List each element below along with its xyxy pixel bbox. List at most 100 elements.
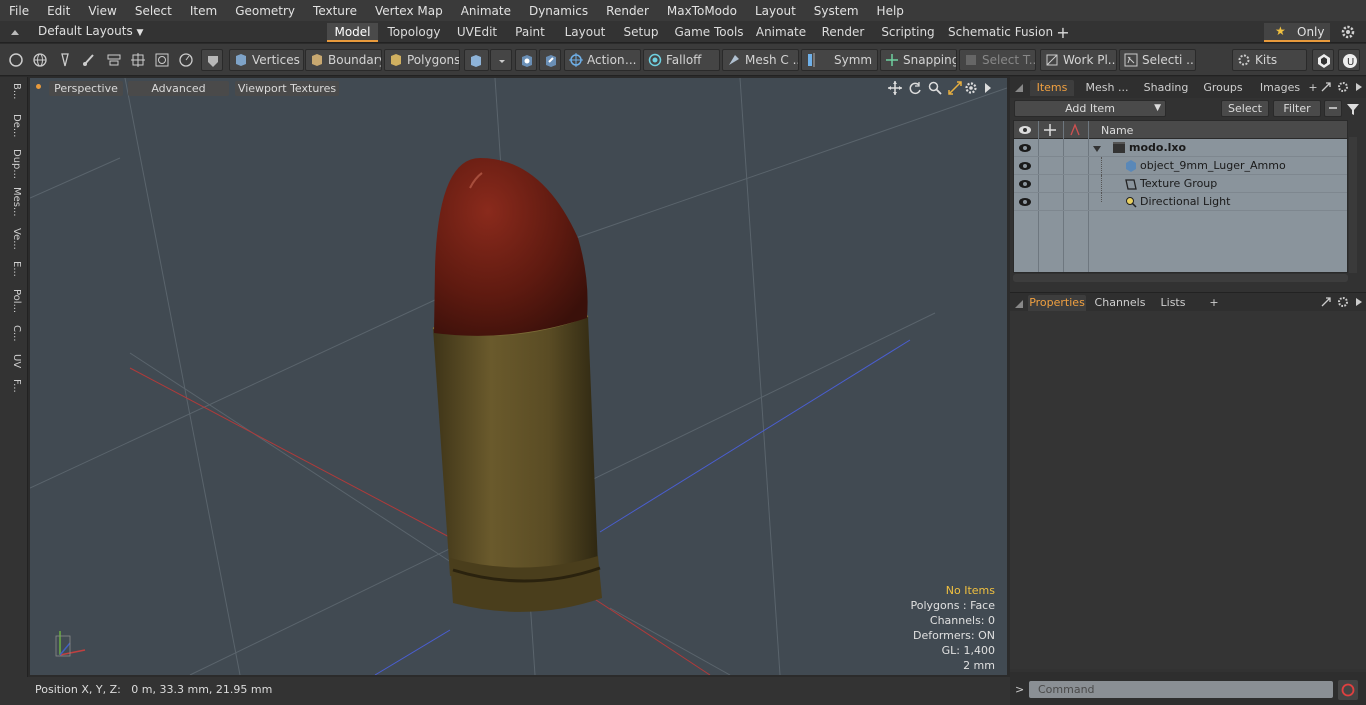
menu-layout[interactable]: Layout — [746, 4, 805, 18]
tab-game-tools[interactable]: Game Tools — [672, 23, 746, 42]
record-icon[interactable] — [1338, 680, 1358, 700]
globe-icon[interactable] — [29, 49, 51, 71]
tab-model[interactable]: Model — [327, 23, 378, 42]
eye-icon[interactable] — [1018, 142, 1032, 157]
tab-setup[interactable]: Setup — [618, 23, 664, 42]
select-button[interactable]: Select — [1221, 100, 1269, 117]
eye-icon[interactable] — [1018, 196, 1032, 211]
select-through-button[interactable]: Select T... — [959, 49, 1036, 71]
tab-shading[interactable]: Shading — [1138, 80, 1194, 96]
brush-icon[interactable] — [78, 49, 100, 71]
unreal-icon[interactable]: U — [1338, 49, 1360, 71]
vtab-basic[interactable]: B... — [4, 83, 22, 111]
snapping-button[interactable]: Snapping — [880, 49, 957, 71]
vtab-vertex[interactable]: Ve... — [4, 228, 22, 258]
falloff-button[interactable]: Falloff — [643, 49, 720, 71]
vtab-uv[interactable]: UV — [4, 354, 22, 376]
viewport-gear-icon[interactable] — [964, 81, 978, 98]
rotate-view-icon[interactable] — [908, 81, 922, 98]
filter-button[interactable]: Filter — [1273, 100, 1321, 117]
symmetry-button[interactable]: Symm ... — [801, 49, 878, 71]
menu-vertex-map[interactable]: Vertex Map — [366, 4, 452, 18]
menu-maxtomodo[interactable]: MaxToModo — [658, 4, 746, 18]
add-tab-button[interactable]: + — [1054, 23, 1072, 42]
fit-view-icon[interactable] — [948, 81, 962, 98]
tab-layout[interactable]: Layout — [559, 23, 611, 42]
tab-paint[interactable]: Paint — [510, 23, 550, 42]
name-column-header[interactable]: Name — [1101, 124, 1133, 137]
panel-gear-icon[interactable] — [1337, 296, 1349, 311]
add-properties-tab-button[interactable]: + — [1208, 295, 1220, 311]
vtab-duplicate[interactable]: Dup... — [4, 149, 22, 184]
zoom-view-icon[interactable] — [928, 81, 942, 98]
menu-animate[interactable]: Animate — [452, 4, 520, 18]
horizontal-scrollbar[interactable] — [1013, 274, 1348, 282]
circle-select-icon[interactable] — [5, 49, 27, 71]
maximize-icon[interactable] — [1320, 81, 1332, 96]
maximize-icon[interactable] — [1320, 296, 1332, 311]
add-item-dropdown[interactable]: Add Item ▼ — [1014, 100, 1166, 117]
mesh-constraint-button[interactable]: Mesh C ... — [722, 49, 799, 71]
action-center-button[interactable]: Action ... — [564, 49, 641, 71]
shield-icon[interactable] — [201, 49, 223, 71]
expand-arrow-icon[interactable] — [983, 82, 993, 97]
menu-select[interactable]: Select — [126, 4, 181, 18]
list-item[interactable]: Directional Light — [1014, 193, 1347, 211]
tab-mesh[interactable]: Mesh ... — [1082, 80, 1132, 96]
default-layouts-dropdown[interactable]: Default Layouts ▼ — [38, 24, 143, 38]
boundary-button[interactable]: Boundary — [305, 49, 382, 71]
vertices-button[interactable]: Vertices — [229, 49, 304, 71]
menu-render[interactable]: Render — [597, 4, 658, 18]
menu-system[interactable]: System — [805, 4, 868, 18]
pen-icon[interactable] — [54, 49, 76, 71]
tab-topology[interactable]: Topology — [384, 23, 444, 42]
list-item[interactable]: Texture Group — [1014, 175, 1347, 193]
eye-icon[interactable] — [1018, 160, 1032, 175]
vtab-deform[interactable]: De... — [4, 114, 22, 146]
tab-items[interactable]: Items — [1030, 80, 1074, 96]
tab-channels[interactable]: Channels — [1094, 295, 1146, 311]
center-icon[interactable] — [127, 49, 149, 71]
perspective-button[interactable]: Perspective — [49, 81, 123, 96]
align-icon[interactable] — [103, 49, 125, 71]
vtab-mesh-edit[interactable]: Mes... — [4, 187, 22, 225]
vtab-curve[interactable]: C... — [4, 325, 22, 351]
menu-help[interactable]: Help — [868, 4, 913, 18]
collapse-icon[interactable] — [1324, 100, 1342, 117]
viewport-textures-button[interactable]: Viewport Textures — [235, 81, 339, 96]
item-list-scrollbar[interactable] — [1349, 137, 1357, 273]
layouts-arrow-icon[interactable] — [8, 25, 22, 39]
menu-dynamics[interactable]: Dynamics — [520, 4, 597, 18]
tab-images[interactable]: Images — [1254, 80, 1306, 96]
polygons-button[interactable]: Polygons — [384, 49, 460, 71]
chevron-down-icon[interactable] — [490, 49, 512, 71]
vtab-edge[interactable]: E... — [4, 261, 22, 286]
panel-gear-icon[interactable] — [1337, 81, 1349, 96]
tab-schematic-fusion[interactable]: Schematic Fusion — [948, 23, 1053, 42]
tab-lists[interactable]: Lists — [1154, 295, 1192, 311]
list-item[interactable]: modo.lxo — [1014, 139, 1347, 157]
add-panel-tab-button[interactable]: + — [1308, 80, 1318, 96]
tab-uvedit[interactable]: UVEdit — [452, 23, 502, 42]
tab-animate[interactable]: Animate — [754, 23, 808, 42]
panel-arrow-icon[interactable] — [1355, 297, 1363, 310]
menu-texture[interactable]: Texture — [304, 4, 366, 18]
gear-icon[interactable] — [1340, 24, 1356, 40]
selection-sets-button[interactable]: Selecti ... — [1119, 49, 1196, 71]
unity-icon[interactable] — [1312, 49, 1334, 71]
menu-file[interactable]: File — [0, 4, 38, 18]
sculpt-icon[interactable] — [515, 49, 537, 71]
only-toggle[interactable]: ★ Only — [1264, 23, 1330, 42]
advanced-button[interactable]: Advanced — [128, 81, 229, 96]
work-plane-button[interactable]: Work Pl... — [1040, 49, 1117, 71]
snap-box-icon[interactable] — [151, 49, 173, 71]
tab-properties[interactable]: Properties — [1028, 295, 1086, 311]
tab-groups[interactable]: Groups — [1200, 80, 1246, 96]
command-input[interactable]: Command — [1029, 681, 1333, 698]
vtab-polygon[interactable]: Pol... — [4, 289, 22, 322]
kits-button[interactable]: Kits — [1232, 49, 1307, 71]
panel-arrow-icon[interactable] — [1355, 82, 1363, 95]
vtab-fusion[interactable]: F... — [4, 379, 22, 407]
eye-icon[interactable] — [1018, 178, 1032, 193]
move-view-icon[interactable] — [888, 81, 902, 98]
